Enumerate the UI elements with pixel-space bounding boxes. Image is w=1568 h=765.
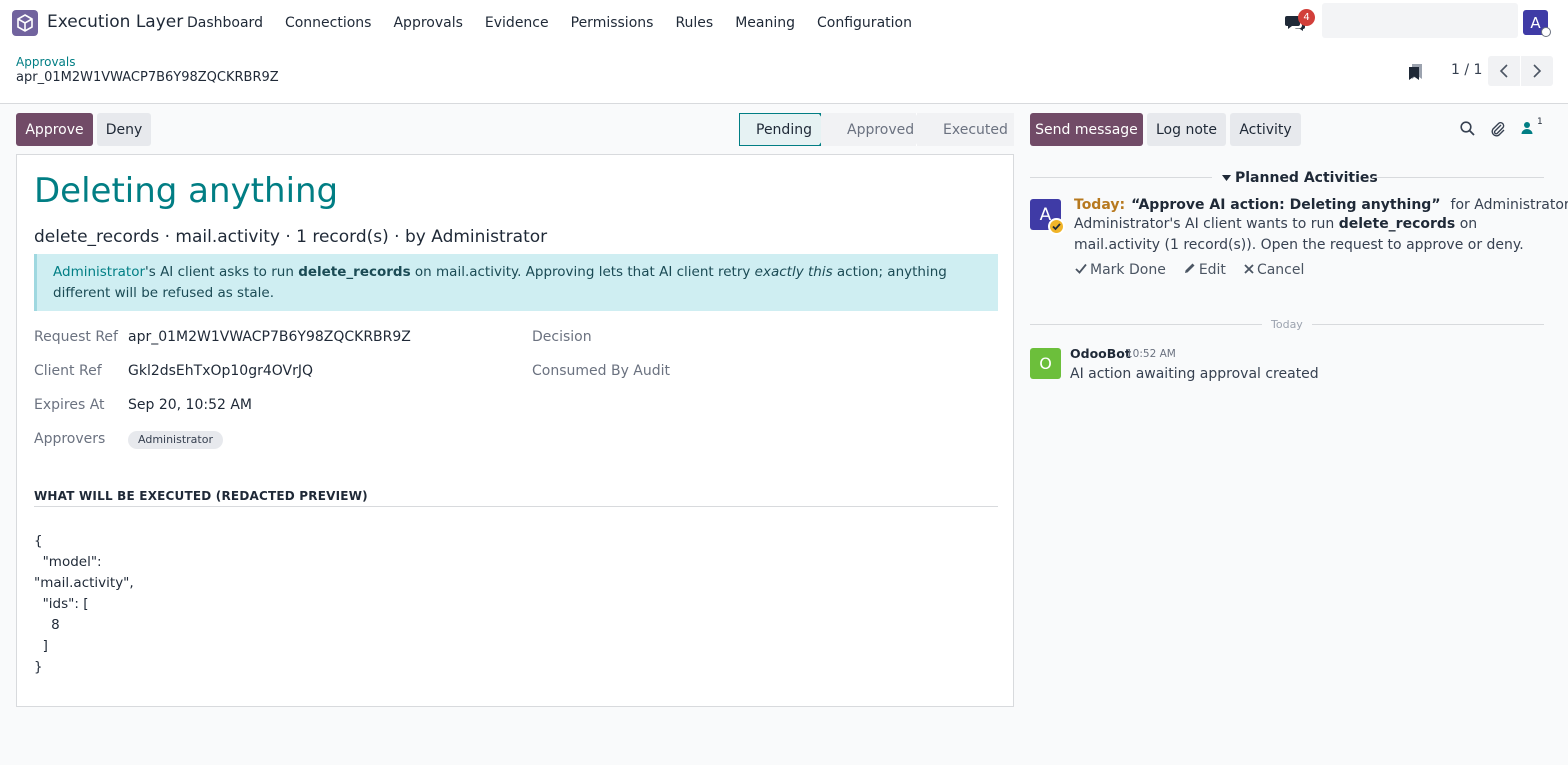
info-text-1: 's AI client asks to run: [145, 264, 299, 280]
activity-check-icon: [1048, 218, 1065, 235]
section-divider: [34, 506, 998, 507]
stage-pending-label: Pending: [756, 121, 812, 138]
chevron-right-icon: [1533, 64, 1542, 78]
stage-executed-label: Executed: [943, 121, 1008, 138]
top-navbar: Execution Layer Dashboard Connections Ap…: [0, 0, 1568, 46]
activity-due: Today:: [1074, 197, 1126, 213]
approvers-label: Approvers: [34, 431, 106, 447]
planned-activities-toggle[interactable]: Planned Activities: [1222, 170, 1378, 186]
cancel-label: Cancel: [1256, 262, 1305, 278]
record-subtitle: delete_records · mail.activity · 1 recor…: [34, 227, 548, 247]
log-note-button[interactable]: Log note: [1147, 113, 1226, 146]
info-alert: Administrator's AI client asks to run de…: [34, 254, 998, 311]
breadcrumb-current: apr_01M2W1VWACP7B6Y98ZQCKRBR9Z: [16, 70, 279, 85]
approver-tag[interactable]: Administrator: [128, 431, 223, 449]
caret-down-icon: [1222, 175, 1231, 181]
close-icon: [1244, 264, 1254, 274]
date-separator: Today: [1271, 318, 1303, 331]
followers-count: 1: [1537, 117, 1543, 127]
info-emphasis: exactly this: [754, 264, 833, 280]
info-user-link[interactable]: Administrator: [53, 264, 145, 280]
followers-icon[interactable]: [1521, 121, 1533, 139]
request-ref-value: apr_01M2W1VWACP7B6Y98ZQCKRBR9Z: [128, 329, 411, 345]
planned-divider-left: [1030, 177, 1212, 178]
chat-counter-badge: 4: [1298, 9, 1315, 26]
main-menu: Dashboard Connections Approvals Evidence…: [176, 0, 923, 46]
activity-body-text-1: Administrator's AI client wants to run: [1074, 216, 1339, 232]
activity-summary: “Approve AI action: Deleting anything”: [1131, 197, 1441, 213]
activity-header: Today: “Approve AI action: Deleting anyth…: [1074, 197, 1568, 213]
activity-assignee: for Administrator: [1450, 197, 1568, 213]
chevron-left-icon: [1499, 64, 1508, 78]
paperclip-icon[interactable]: [1490, 121, 1506, 141]
request-ref-label: Request Ref: [34, 329, 118, 345]
send-message-button[interactable]: Send message: [1030, 113, 1143, 146]
expires-at-label: Expires At: [34, 397, 105, 413]
app-name[interactable]: Execution Layer: [47, 12, 183, 32]
activity-body: Administrator's AI client wants to run d…: [1074, 214, 1534, 256]
pager-previous-button[interactable]: [1488, 56, 1520, 86]
date-divider-right: [1312, 324, 1544, 325]
info-action: delete_records: [298, 264, 411, 280]
systray-search-box[interactable]: [1322, 3, 1518, 38]
message-author[interactable]: OdooBot: [1070, 346, 1131, 361]
bookmark-icon[interactable]: [1408, 63, 1424, 81]
client-ref-value: Gkl2dsEhTxOp10gr4OVrJQ: [128, 363, 314, 379]
check-icon: [1075, 263, 1087, 274]
edit-label: Edit: [1198, 262, 1226, 278]
menu-meaning[interactable]: Meaning: [724, 15, 806, 31]
message-body: AI action awaiting approval created: [1070, 366, 1319, 382]
status-stages: Pending Approved Executed: [739, 113, 1014, 146]
record-title[interactable]: Deleting anything: [34, 171, 338, 211]
consumed-by-audit-label: Consumed By Audit: [532, 363, 671, 379]
stage-approved[interactable]: Approved: [821, 113, 928, 146]
preview-section-title: WHAT WILL BE EXECUTED (REDACTED PREVIEW): [34, 489, 368, 503]
stage-pending[interactable]: Pending: [739, 113, 832, 146]
pencil-icon: [1184, 263, 1195, 273]
cancel-activity-button[interactable]: Cancel: [1244, 262, 1304, 278]
date-divider-left: [1030, 324, 1262, 325]
mark-done-button[interactable]: Mark Done: [1075, 262, 1166, 278]
menu-configuration[interactable]: Configuration: [806, 15, 923, 31]
form-sheet: Deleting anything delete_records · mail.…: [16, 154, 1014, 707]
preview-code: { "model": "mail.activity", "ids": [ 8 ]…: [34, 533, 134, 675]
breadcrumb-approvals[interactable]: Approvals: [16, 55, 76, 69]
menu-connections[interactable]: Connections: [274, 15, 383, 31]
app-cube-icon[interactable]: [12, 10, 38, 36]
info-text-2: on mail.activity. Approving lets that AI…: [410, 264, 755, 280]
pager-value[interactable]: 1 / 1: [1451, 62, 1482, 78]
stage-approved-label: Approved: [847, 121, 915, 138]
expires-at-value: Sep 20, 10:52 AM: [128, 397, 253, 413]
mark-done-label: Mark Done: [1090, 262, 1166, 278]
client-ref-label: Client Ref: [34, 363, 102, 379]
activity-button[interactable]: Activity: [1230, 113, 1301, 146]
decision-label: Decision: [532, 329, 592, 345]
menu-dashboard[interactable]: Dashboard: [176, 15, 274, 31]
deny-button[interactable]: Deny: [97, 113, 151, 146]
approve-button[interactable]: Approve: [16, 113, 93, 146]
activity-body-action: delete_records: [1338, 216, 1456, 232]
search-icon[interactable]: [1460, 121, 1475, 140]
menu-rules[interactable]: Rules: [664, 15, 724, 31]
activity-actions: Mark Done Edit Cancel: [1075, 262, 1322, 278]
menu-evidence[interactable]: Evidence: [474, 15, 560, 31]
stage-executed[interactable]: Executed: [917, 113, 1014, 146]
message-time: 10:52 AM: [1126, 348, 1176, 360]
presence-status-icon: [1541, 27, 1551, 37]
odoobot-avatar[interactable]: O: [1030, 348, 1061, 379]
pager-next-button[interactable]: [1521, 56, 1553, 86]
planned-divider-right: [1372, 177, 1544, 178]
menu-approvals[interactable]: Approvals: [382, 15, 473, 31]
menu-permissions[interactable]: Permissions: [560, 15, 665, 31]
control-panel: Approvals apr_01M2W1VWACP7B6Y98ZQCKRBR9Z…: [0, 46, 1568, 104]
edit-activity-button[interactable]: Edit: [1184, 262, 1226, 278]
planned-activities-title: Planned Activities: [1235, 170, 1378, 186]
